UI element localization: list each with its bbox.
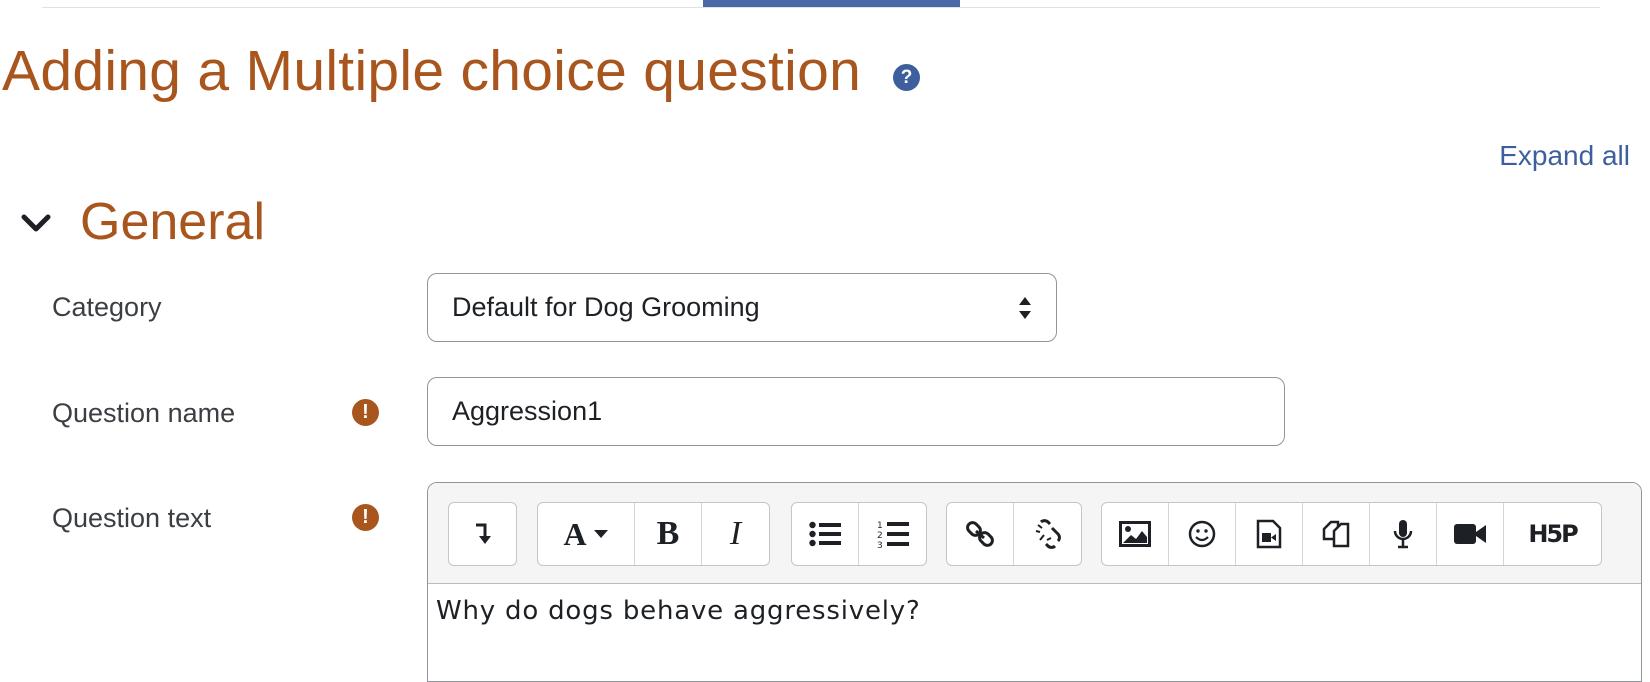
toolbar-group-lists: 1 2 3 (791, 502, 927, 566)
editor-toolbar: A B I 1 2 3 H5P (428, 483, 1641, 584)
question-text-editor[interactable]: A B I 1 2 3 H5P Why do dogs behave aggre… (427, 482, 1642, 682)
link-icon (966, 521, 994, 547)
record-video-button[interactable] (1437, 503, 1504, 565)
page-title: Adding a Multiple choice question (2, 39, 862, 103)
h5p-icon: H5P (1528, 520, 1578, 548)
expand-all-link[interactable]: Expand all (1499, 140, 1630, 172)
unordered-list-button[interactable] (792, 503, 859, 565)
caret-down-icon (593, 530, 608, 538)
record-audio-icon (1393, 520, 1413, 549)
svg-text:2: 2 (877, 531, 883, 541)
toolbar-group-toggle (448, 502, 517, 566)
unordered-list-icon (809, 521, 841, 547)
font-style-icon: A (563, 515, 587, 552)
image-icon (1119, 521, 1151, 547)
section-title-general[interactable]: General (80, 192, 265, 252)
manage-files-icon (1322, 520, 1350, 548)
unlink-icon (1035, 519, 1061, 549)
active-tab-indicator (703, 0, 960, 7)
ordered-list-icon: 1 2 3 (877, 521, 909, 549)
media-icon (1256, 519, 1282, 549)
exclamation-circle-icon: ! (352, 399, 379, 426)
italic-button[interactable]: I (702, 503, 769, 565)
font-style-button[interactable]: A (538, 503, 635, 565)
top-divider (42, 7, 1600, 8)
toggle-toolbar-icon (475, 523, 491, 544)
media-button[interactable] (1236, 503, 1303, 565)
exclamation-circle-icon: ! (352, 504, 379, 531)
emoji-button[interactable] (1169, 503, 1236, 565)
category-label: Category (52, 292, 162, 322)
question-name-label: Question name (52, 398, 236, 428)
h5p-button[interactable]: H5P (1504, 503, 1601, 565)
link-button[interactable] (947, 503, 1014, 565)
bold-button[interactable]: B (635, 503, 702, 565)
record-video-icon (1454, 524, 1486, 544)
editor-content[interactable]: Why do dogs behave aggressively? (436, 596, 921, 626)
manage-files-button[interactable] (1303, 503, 1370, 565)
emoji-icon (1188, 520, 1216, 548)
category-select-value: Default for Dog Grooming (452, 292, 760, 322)
italic-icon: I (729, 515, 742, 552)
ordered-list-button[interactable]: 1 2 3 (859, 503, 926, 565)
toolbar-group-links (946, 502, 1082, 566)
image-button[interactable] (1102, 503, 1169, 565)
toolbar-group-media: H5P (1101, 502, 1602, 566)
unlink-button[interactable] (1014, 503, 1081, 565)
select-arrows-icon (1019, 297, 1031, 319)
svg-text:3: 3 (877, 541, 883, 549)
question-text-label: Question text (52, 503, 212, 533)
question-name-input[interactable]: Aggression1 (427, 377, 1285, 446)
toggle-toolbar-button[interactable] (449, 503, 516, 565)
bold-icon: B (656, 515, 680, 552)
svg-text:1: 1 (877, 521, 883, 531)
chevron-down-icon[interactable] (18, 205, 54, 241)
toolbar-group-style: A B I (537, 502, 770, 566)
question-circle-icon[interactable]: ? (893, 64, 920, 91)
record-audio-button[interactable] (1370, 503, 1437, 565)
category-select[interactable]: Default for Dog Grooming (427, 273, 1057, 342)
